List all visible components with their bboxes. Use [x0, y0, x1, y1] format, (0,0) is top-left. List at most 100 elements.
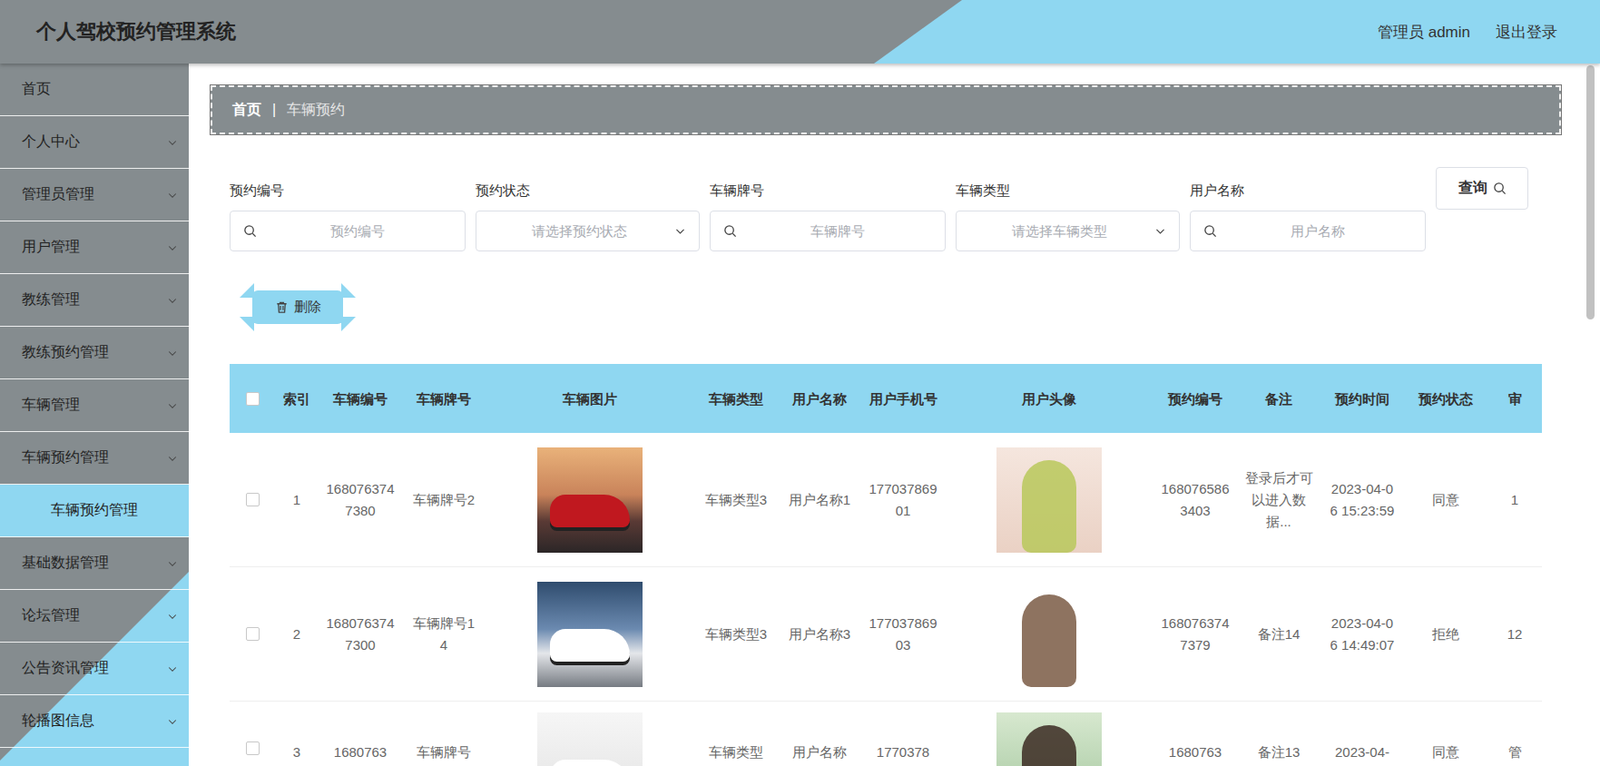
corner-decoration — [239, 283, 255, 298]
table-cell: 2023-04-06 15:23:59 — [1320, 432, 1404, 568]
sidebar-label: 用户管理 — [21, 237, 80, 257]
text-input[interactable] — [262, 222, 452, 240]
scrollbar[interactable] — [1586, 65, 1595, 320]
corner-decoration — [239, 316, 255, 332]
select-box[interactable] — [955, 210, 1180, 252]
field-label: 车辆类型 — [955, 181, 1180, 200]
table-cell: 12 — [1487, 567, 1542, 702]
sidebar-item[interactable]: 教练管理 — [0, 274, 189, 327]
search-icon — [1203, 224, 1218, 238]
sidebar-item[interactable]: 论坛管理 — [0, 589, 189, 643]
top-bar-background — [0, 0, 1600, 64]
text-input[interactable] — [742, 222, 933, 240]
sidebar-label: 轮播图信息 — [21, 711, 95, 731]
sidebar-label: 公告资讯管理 — [21, 658, 109, 678]
checkbox-cell — [229, 567, 275, 702]
search-field: 用户名称 — [1189, 166, 1426, 252]
table-cell: 用户名称 — [777, 701, 862, 766]
row-checkbox[interactable] — [245, 492, 260, 507]
search-icon — [723, 224, 737, 238]
table-cell: 1680763747379 — [1153, 567, 1237, 702]
sidebar-label: 管理员管理 — [21, 185, 95, 205]
search-field: 车辆类型 — [955, 166, 1180, 252]
chevron-down-icon — [166, 558, 178, 570]
table-row[interactable]: 11680763747380车辆牌号2车辆类型3用户名称117703786901… — [229, 432, 1542, 568]
image-cell — [944, 567, 1154, 702]
select-box[interactable] — [475, 210, 700, 252]
table-body: 11680763747380车辆牌号2车辆类型3用户名称117703786901… — [229, 432, 1542, 766]
input-box[interactable] — [1189, 210, 1426, 252]
chevron-down-icon — [166, 242, 178, 254]
sidebar-item[interactable]: 用户管理 — [0, 221, 189, 275]
text-input[interactable] — [1222, 222, 1413, 240]
field-label: 车辆牌号 — [709, 181, 946, 200]
sidebar-label: 论坛管理 — [21, 606, 80, 626]
sidebar-item[interactable]: 公告资讯管理 — [0, 642, 189, 696]
search-icon — [723, 224, 737, 238]
sidebar-item[interactable]: 教练预约管理 — [0, 326, 189, 380]
table-head: 索引车辆编号车辆牌号车辆图片车辆类型用户名称用户手机号用户头像预约编号备注预约时… — [229, 363, 1542, 433]
sidebar-item[interactable]: 车辆管理 — [0, 379, 189, 432]
input-box[interactable] — [709, 210, 946, 252]
chevron-down-icon — [166, 558, 178, 570]
field-label: 预约状态 — [475, 181, 700, 200]
row-checkbox[interactable] — [245, 741, 260, 756]
image-cell — [485, 701, 695, 766]
table-row[interactable]: 21680763747300车辆牌号14车辆类型3用户名称31770378690… — [229, 567, 1542, 702]
chevron-down-icon — [166, 400, 178, 412]
query-label: 查询 — [1458, 178, 1488, 198]
chevron-down-icon — [166, 189, 178, 201]
car-shape — [549, 494, 630, 528]
search-field: 预约状态 — [475, 166, 700, 252]
chevron-down-icon — [674, 225, 687, 237]
table-cell: 备注13 — [1236, 701, 1321, 766]
sidebar-item[interactable]: 管理员管理 — [0, 168, 189, 222]
sidebar-item[interactable]: 车辆预约管理 — [0, 431, 189, 485]
table-cell: 1680765863403 — [1153, 432, 1237, 568]
column-header: 预约状态 — [1403, 363, 1488, 433]
sidebar-subitem[interactable]: 车辆预约管理 — [0, 484, 189, 538]
column-header: 预约时间 — [1320, 363, 1404, 433]
chevron-down-icon — [1154, 225, 1167, 237]
logout-link[interactable]: 退出登录 — [1495, 21, 1558, 43]
figure-shape — [1021, 725, 1077, 766]
table-cell: 用户名称3 — [777, 567, 862, 702]
row-checkbox[interactable] — [245, 627, 260, 641]
table-cell: 备注14 — [1236, 567, 1321, 702]
sidebar-item[interactable]: 轮播图信息 — [0, 695, 189, 748]
select-input[interactable] — [969, 222, 1149, 240]
table-cell: 1680763 — [318, 701, 403, 766]
chevron-down-icon — [166, 663, 178, 675]
booking-table: 索引车辆编号车辆牌号车辆图片车辆类型用户名称用户手机号用户头像预约编号备注预约时… — [229, 363, 1542, 766]
app-title: 个人驾校预约管理系统 — [36, 18, 236, 46]
table-cell: 1680763747380 — [318, 432, 403, 568]
chevron-down-icon — [166, 294, 178, 306]
select-input[interactable] — [489, 222, 669, 240]
figure-shape — [1021, 460, 1077, 553]
sidebar-label: 车辆预约管理 — [21, 448, 109, 468]
chevron-down-icon — [166, 716, 178, 727]
table-cell: 17703786903 — [861, 567, 945, 702]
sidebar-item[interactable]: 基础数据管理 — [0, 537, 189, 590]
sidebar-item[interactable]: 首页 — [0, 63, 189, 117]
top-bar: 个人驾校预约管理系统管理员 admin退出登录 — [0, 0, 1600, 64]
car-photo — [537, 712, 643, 766]
content-inner: 预约编号预约状态车辆牌号车辆类型用户名称查询删除索引车辆编号车辆牌号车辆图片车辆… — [229, 166, 1542, 766]
query-button[interactable]: 查询 — [1435, 166, 1529, 210]
search-icon — [1203, 224, 1218, 238]
chevron-down-icon — [166, 663, 178, 675]
select-all-checkbox[interactable] — [245, 392, 260, 406]
sidebar-label: 基础数据管理 — [21, 553, 109, 573]
sidebar: 首页个人中心管理员管理用户管理教练管理教练预约管理车辆管理车辆预约管理车辆预约管… — [0, 63, 189, 766]
table-cell: 2023-04-06 14:49:07 — [1320, 567, 1404, 702]
car-shape — [549, 628, 630, 662]
table-row[interactable]: 31680763车辆牌号车辆类型用户名称17703781680763备注1320… — [229, 701, 1542, 766]
table-cell: 登录后才可以进入数据... — [1236, 432, 1321, 568]
delete-button[interactable]: 删除 — [252, 290, 344, 324]
table-cell: 用户名称1 — [777, 432, 862, 568]
breadcrumb-item[interactable]: 首页 — [232, 100, 262, 120]
sidebar-item[interactable]: 个人中心 — [0, 116, 189, 169]
table-cell: 1680763747300 — [318, 567, 403, 702]
input-box[interactable] — [229, 210, 466, 252]
chevron-down-icon — [166, 452, 178, 464]
